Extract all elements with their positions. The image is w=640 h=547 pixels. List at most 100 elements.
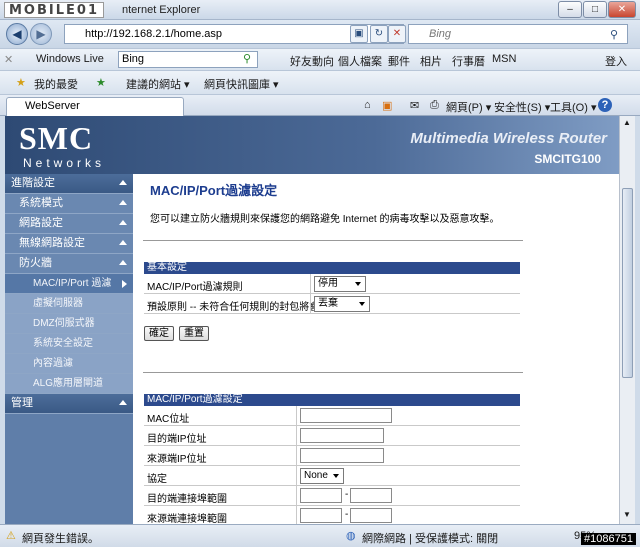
compat-view-icon[interactable]: ▣ — [350, 25, 368, 43]
scroll-down-icon[interactable]: ▼ — [623, 510, 631, 519]
src-port-start-input[interactable] — [300, 508, 342, 523]
scrollbar-thumb[interactable] — [622, 188, 633, 378]
print-icon[interactable]: ⎙ — [430, 99, 439, 112]
scroll-up-icon[interactable]: ▲ — [623, 118, 631, 127]
sidebar-advanced-settings[interactable]: 進階設定 — [5, 174, 133, 194]
live-link-calendar[interactable]: 行事曆 — [452, 53, 485, 69]
live-link-msn[interactable]: MSN — [492, 53, 516, 65]
smc-networks-text: Networks — [23, 156, 106, 170]
dest-ip-row: 目的端IP位址 — [144, 426, 520, 446]
basic-settings-header: 基本設定 — [144, 262, 520, 274]
src-ip-input[interactable] — [300, 448, 384, 463]
protocol-select[interactable]: None — [300, 468, 344, 484]
cell-divider — [296, 466, 297, 486]
forward-button[interactable]: ▶ — [30, 23, 52, 45]
live-link-friends[interactable]: 好友動向 — [290, 53, 334, 69]
filter-rule-select[interactable]: 停用 — [314, 276, 366, 292]
warning-icon[interactable]: ⚠ — [6, 529, 16, 542]
sidebar-item-label: ALG應用層閘道 — [33, 378, 104, 389]
reset-button[interactable]: 重置 — [179, 326, 209, 341]
sidebar-item-wireless-settings[interactable]: 無線網路設定 — [5, 234, 133, 254]
divider — [143, 372, 523, 373]
sidebar-item-label: 無線網路設定 — [19, 237, 85, 249]
default-policy-select[interactable]: 丟棄 — [314, 296, 370, 312]
sidebar-item-network-settings[interactable]: 網路設定 — [5, 214, 133, 234]
maximize-button[interactable]: □ — [583, 1, 607, 18]
stop-icon[interactable]: ✕ — [388, 25, 406, 43]
tools-menu[interactable]: 工具(O) ▾ — [550, 99, 596, 115]
rss-feed-icon[interactable]: ▣ — [382, 99, 392, 112]
collapse-icon — [119, 200, 127, 205]
src-port-end-input[interactable] — [350, 508, 392, 523]
sidebar-item-label: 系統安全設定 — [33, 338, 93, 349]
search-icon[interactable]: ⚲ — [610, 28, 618, 41]
filter-rule-row: MAC/IP/Port過濾規則 停用 — [144, 274, 520, 294]
live-link-profile[interactable]: 個人檔案 — [338, 53, 382, 69]
mobile01-logo: MOBILE01 — [4, 2, 104, 18]
sidebar-item-label: 防火牆 — [19, 257, 52, 269]
sidebar-item-alg[interactable]: ALG應用層閘道 — [5, 374, 133, 394]
mac-address-label: MAC位址 — [147, 414, 190, 425]
tab-webserver[interactable]: WebServer — [6, 97, 184, 116]
security-zone-text[interactable]: 網際網路 | 受保護模式: 關閉 — [362, 530, 498, 546]
sidebar-item-firewall[interactable]: 防火牆 — [5, 254, 133, 274]
mail-icon[interactable]: ✉ — [410, 99, 419, 112]
cell-divider — [296, 506, 297, 524]
src-port-label: 來源端連接埠範圍 — [147, 514, 227, 524]
router-banner: SMC Networks Multimedia Wireless Router … — [5, 116, 619, 174]
sidebar-item-label: 系統模式 — [19, 197, 63, 209]
cell-divider — [296, 446, 297, 466]
sidebar-item-mac-ip-port-filter[interactable]: MAC/IP/Port 過濾 — [5, 274, 133, 294]
sidebar-item-label: 虛擬伺服器 — [33, 298, 83, 309]
dest-ip-input[interactable] — [300, 428, 384, 443]
signin-link[interactable]: 登入 — [605, 53, 627, 69]
page-title: MAC/IP/Port過濾設定 — [150, 183, 278, 198]
windows-live-label[interactable]: Windows Live — [36, 53, 104, 65]
sidebar-item-dmz[interactable]: DMZ伺服式器 — [5, 314, 133, 334]
dest-port-end-input[interactable] — [350, 488, 392, 503]
sidebar-item-content-filter[interactable]: 內容過濾 — [5, 354, 133, 374]
minimize-button[interactable]: – — [558, 1, 582, 18]
sidebar-item-label: 內容過濾 — [33, 358, 73, 369]
protocol-label: 協定 — [147, 474, 167, 485]
page-description: 您可以建立防火牆規則來保護您的網路避免 Internet 的病毒攻擊以及惡意攻擊… — [150, 214, 500, 225]
status-error-text[interactable]: 網頁發生錯誤。 — [22, 530, 99, 546]
dest-port-label: 目的端連接埠範圍 — [147, 494, 227, 505]
model-name: SMCITG100 — [534, 152, 601, 166]
sidebar-item-system-mode[interactable]: 系統模式 — [5, 194, 133, 214]
port-range-dash: - — [345, 489, 349, 500]
sidebar-item-virtual-server[interactable]: 虛擬伺服器 — [5, 294, 133, 314]
live-search-icon[interactable]: ⚲ — [243, 52, 251, 65]
main-panel: MAC/IP/Port過濾設定 您可以建立防火牆規則來保護您的網路避免 Inte… — [143, 174, 619, 524]
favorites-button[interactable]: 我的最愛 — [34, 76, 78, 92]
close-toolbar-icon[interactable]: ✕ — [4, 53, 13, 66]
sidebar-menu: 進階設定 系統模式 網路設定 無線網路設定 防火牆 MAC/IP/Port 過濾… — [5, 174, 133, 524]
add-favorite-icon[interactable]: ★ — [96, 76, 106, 89]
help-icon[interactable]: ? — [598, 98, 612, 112]
suggested-sites-link[interactable]: 建議的網站 ▾ — [126, 76, 190, 92]
web-slice-gallery-link[interactable]: 網頁快訊圖庫 ▾ — [204, 76, 279, 92]
back-arrow-icon: ◀ — [12, 27, 22, 41]
live-link-photos[interactable]: 相片 — [420, 53, 442, 69]
vertical-scrollbar[interactable]: ▲ ▼ — [619, 116, 635, 524]
home-icon[interactable]: ⌂ — [364, 99, 371, 111]
close-window-button[interactable]: ✕ — [608, 1, 636, 18]
sidebar-item-system-security[interactable]: 系統安全設定 — [5, 334, 133, 354]
collapse-icon — [119, 180, 127, 185]
safety-menu[interactable]: 安全性(S) ▾ — [494, 99, 550, 115]
dest-port-start-input[interactable] — [300, 488, 342, 503]
collapse-icon — [119, 400, 127, 405]
sidebar-management[interactable]: 管理 — [5, 394, 133, 414]
mac-address-input[interactable] — [300, 408, 392, 423]
search-input[interactable]: Bing — [408, 24, 628, 44]
refresh-icon[interactable]: ↻ — [370, 25, 388, 43]
back-button[interactable]: ◀ — [6, 23, 28, 45]
apply-button[interactable]: 確定 — [144, 326, 174, 341]
favorites-bar: ★ 我的最愛 ★ 建議的網站 ▾ 網頁快訊圖庫 ▾ — [0, 70, 640, 94]
cell-divider — [296, 426, 297, 446]
port-range-dash: - — [345, 509, 349, 520]
page-menu[interactable]: 網頁(P) ▾ — [446, 99, 491, 115]
live-search-input[interactable]: Bing — [118, 51, 258, 68]
live-link-mail[interactable]: 郵件 — [388, 53, 410, 69]
address-bar-row: ◀ ▶ http://192.168.2.1/home.asp ▣ ↻ ✕ Bi… — [0, 20, 640, 48]
